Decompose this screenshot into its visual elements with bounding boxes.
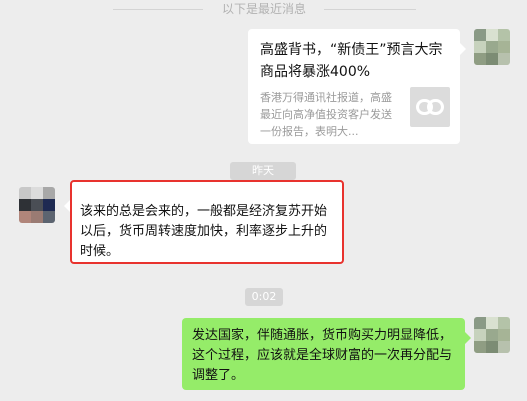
avatar[interactable] xyxy=(474,317,510,353)
divider-text: 以下是最近消息 xyxy=(221,2,306,16)
link-icon xyxy=(410,87,450,127)
sent-message-bubble[interactable]: 发达国家，伴随通胀，货币购买力明显降低，这个过程，应该就是全球财富的一次再分配与… xyxy=(182,318,471,390)
link-card-title: 高盛背书，“新债王”预言大宗商品将暴涨400% xyxy=(260,42,443,80)
divider-line-right xyxy=(324,9,416,10)
received-message-text: 该来的总是会来的，一般都是经济复苏开始以后，货币周转速度加快，利率逐步上升的时候… xyxy=(80,204,328,259)
avatar[interactable] xyxy=(19,187,55,223)
avatar[interactable] xyxy=(474,29,510,65)
shared-link-card[interactable]: 高盛背书，“新债王”预言大宗商品将暴涨400% 香港万得通讯社报道，高盛最近向高… xyxy=(248,29,466,144)
link-card-description: 香港万得通讯社报道，高盛最近向高净值投资客户发送一份报告，表明大... xyxy=(260,91,392,138)
sent-message-text: 发达国家，伴随通胀，货币购买力明显降低，这个过程，应该就是全球财富的一次再分配与… xyxy=(192,328,453,383)
divider-line-left xyxy=(113,9,203,10)
received-message-bubble[interactable]: 该来的总是会来的，一般都是经济复苏开始以后，货币周转速度加快，利率逐步上升的时候… xyxy=(64,180,344,264)
timestamp-badge: 昨天 23:37 xyxy=(230,162,296,195)
timestamp-badge: 0:02 xyxy=(245,288,283,306)
recent-messages-divider: 以下是最近消息 xyxy=(0,0,527,20)
